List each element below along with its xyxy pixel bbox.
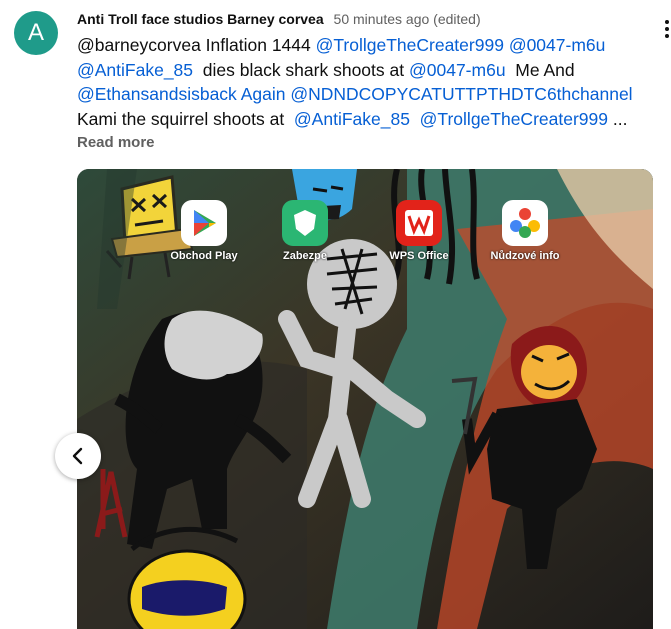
play-store-icon [181,200,227,246]
kebab-dot-icon [665,34,669,38]
comment-header: Anti Troll face studios Barney corvea 50… [77,11,481,27]
comment-image[interactable]: Obchod Play Zabezpe WPS Office Nůdzové i… [77,169,653,629]
comment-author[interactable]: Anti Troll face studios Barney corvea [77,11,324,27]
kebab-dot-icon [665,20,669,24]
comment-text-segment: Kami the squirrel shoots at [77,108,294,129]
comment-text-segment: dies black shark shoots at [193,59,409,80]
emergency-info-icon [502,200,548,246]
mention-link[interactable]: @TrollgeTheCreater999 [420,109,608,129]
app-shortcut-play: Obchod Play [159,200,249,262]
kebab-dot-icon [665,27,669,31]
comment-text-segment: Me And [505,59,575,80]
comment-text-segment [410,109,420,129]
comment-timestamp[interactable]: 50 minutes ago (edited) [334,11,481,27]
comment-text-line: @barneycorvea Inflation 1444 @TrollgeThe… [77,33,657,58]
mention-link[interactable]: @AntiFake_85 [294,109,410,129]
app-label: Nůdzové info [490,250,560,262]
comment-text-line: Kami the squirrel shoots at @AntiFake_85… [77,107,657,132]
mention-link[interactable]: @NDNDCOPYCATUTTPTHDTC6thchannel [290,84,632,104]
app-label: WPS Office [389,250,449,262]
app-shortcut-wps: WPS Office [374,200,464,262]
mention-link[interactable]: @0047-m6u [409,60,506,80]
mention-link[interactable]: @Ethansandsisback Again [77,84,285,104]
app-shortcut-emergency: Nůdzové info [480,200,570,262]
comment-text-segment: ... [608,108,628,129]
security-icon [282,200,328,246]
wps-office-icon [396,200,442,246]
mention-link[interactable]: @AntiFake_85 [77,60,193,80]
comment-text-line: @AntiFake_85 dies black shark shoots at … [77,58,657,83]
app-label: Zabezpe [282,250,327,262]
comment-text-segment: @barneycorvea Inflation 1444 [77,35,316,55]
comment-text: @barneycorvea Inflation 1444 @TrollgeThe… [77,33,657,131]
mention-link[interactable]: @TrollgeTheCreater999 [316,35,504,55]
app-shortcut-security: Zabezpe [260,200,350,262]
avatar-letter: A [27,19,44,46]
app-label: Obchod Play [170,250,238,262]
read-more-link[interactable]: Read more [77,134,155,151]
carousel-prev-button[interactable] [55,433,101,479]
comment-text-line: @Ethansandsisback Again @NDNDCOPYCATUTTP… [77,82,657,107]
chevron-left-icon [72,447,83,465]
more-actions-button[interactable] [665,20,671,44]
avatar[interactable]: A [14,11,58,55]
mention-link[interactable]: @0047-m6u [509,35,606,55]
